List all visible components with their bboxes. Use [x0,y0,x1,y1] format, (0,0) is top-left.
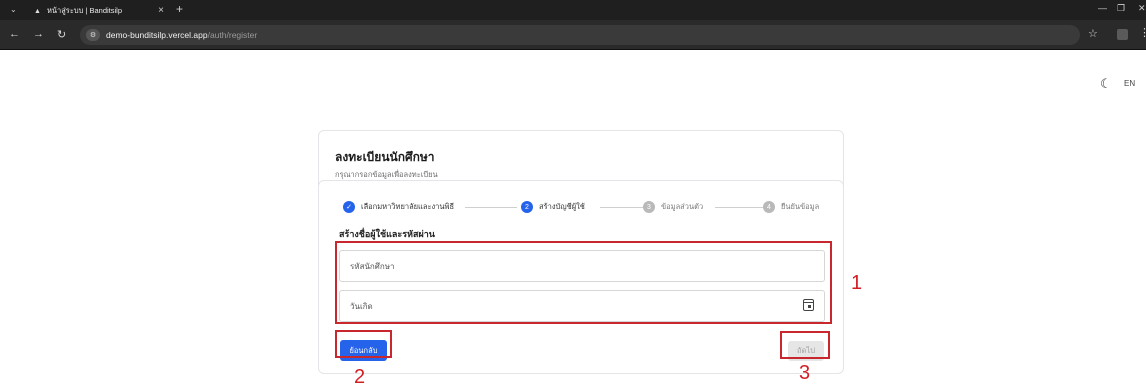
step-1: ✓ เลือกมหาวิทยาลัยและงานพิธี [343,201,454,213]
url-host: demo-bunditsilp.vercel.app [106,30,208,40]
url-path: /auth/register [207,30,258,40]
browser-tab[interactable]: ▲ หน้าสู่ระบบ | Banditsilp × [26,2,172,20]
step-number: 2 [521,201,533,213]
annotation-box-3 [780,331,830,359]
step-2: 2 สร้างบัญชีผู้ใช้ [521,201,585,213]
window-close-icon[interactable]: ✕ [1138,3,1146,14]
restore-icon[interactable]: ❐ [1117,3,1125,14]
step-connector [715,207,765,208]
minimize-icon[interactable]: — [1098,3,1107,13]
tab-title: หน้าสู่ระบบ | Banditsilp [46,6,123,15]
stepper: ✓ เลือกมหาวิทยาลัยและงานพิธี 2 สร้างบัญช… [343,201,833,217]
favicon-icon: ▲ [34,7,41,15]
annotation-box-2 [335,330,392,358]
annotation-label-2: 2 [354,366,366,388]
step-number: 3 [643,201,655,213]
browser-menu-icon[interactable]: ⋮ [1139,26,1146,39]
step-check-icon: ✓ [343,201,355,213]
page-title: ลงทะเบียนนักศึกษา [335,150,435,164]
section-title: สร้างชื่อผู้ใช้และรหัสผ่าน [339,229,435,239]
step-label: ยืนยันข้อมูล [781,202,820,211]
step-connector [465,207,517,208]
step-number: 4 [763,201,775,213]
browser-tab-bar: ⌄ ▲ หน้าสู่ระบบ | Banditsilp × + — ❐ ✕ [0,0,1146,20]
step-label: สร้างบัญชีผู้ใช้ [539,202,585,211]
annotation-label-1: 1 [851,272,863,294]
step-4: 4 ยืนยันข้อมูล [763,201,819,213]
step-3: 3 ข้อมูลส่วนตัว [643,201,703,213]
reload-icon[interactable]: ↻ [57,28,66,41]
step-label: ข้อมูลส่วนตัว [661,202,704,211]
forward-icon[interactable]: → [33,28,44,40]
tab-search-icon[interactable]: ⌄ [10,5,17,14]
language-toggle[interactable]: EN [1124,79,1135,88]
new-tab-icon[interactable]: + [176,2,183,16]
annotation-box-1 [335,241,832,324]
bookmark-star-icon[interactable]: ☆ [1088,27,1098,40]
dark-mode-moon-icon[interactable]: ☾ [1100,76,1112,92]
tab-close-icon[interactable]: × [158,5,164,16]
annotation-label-3: 3 [799,362,811,384]
extension-icon[interactable] [1117,29,1128,40]
site-info-icon[interactable]: ⚙ [86,29,100,41]
address-bar[interactable]: ⚙ demo-bunditsilp.vercel.app/auth/regist… [80,25,1080,45]
browser-toolbar: ← → ↻ ⚙ demo-bunditsilp.vercel.app/auth/… [0,20,1146,50]
step-label: เลือกมหาวิทยาลัยและงานพิธี [361,202,455,211]
back-icon[interactable]: ← [9,28,20,40]
